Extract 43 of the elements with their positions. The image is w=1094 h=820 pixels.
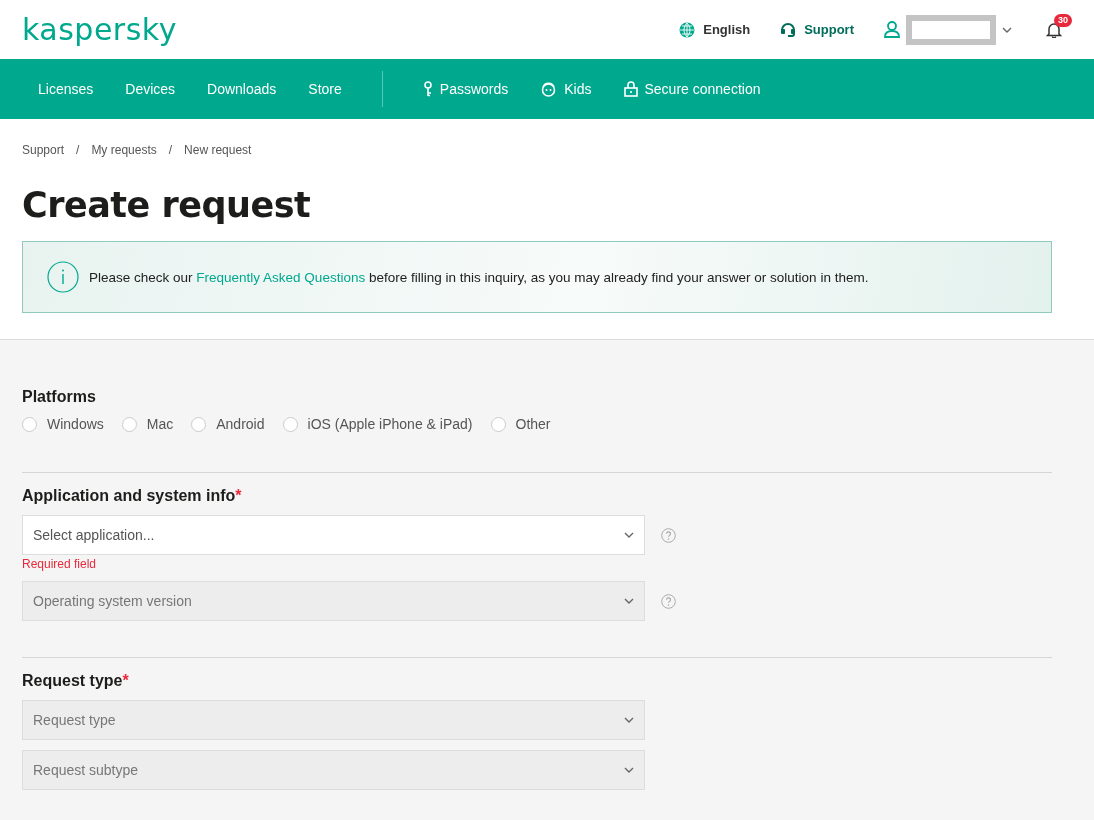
nav-link[interactable]: Secure connection — [607, 81, 777, 97]
breadcrumb-link[interactable]: My requests — [91, 143, 157, 157]
info-text: Please check our Frequently Asked Questions before filling in this inquiry, as you may already find your answer or solution in them. — [89, 269, 869, 285]
nav-link[interactable]: Kids — [524, 81, 608, 97]
user-icon[interactable] — [884, 21, 900, 38]
error-message: Required field — [22, 557, 98, 571]
logo[interactable]: kaspersky — [22, 12, 177, 47]
breadcrumb-separator: / — [76, 143, 80, 157]
breadcrumb-link[interactable]: New request — [184, 143, 252, 157]
bell-icon[interactable] — [1046, 21, 1062, 38]
page-title: Create request — [22, 185, 312, 225]
nav-link[interactable]: Store — [292, 81, 358, 97]
faq-link[interactable]: Frequently Asked Questions — [196, 269, 366, 285]
language-link[interactable]: English — [679, 21, 751, 38]
radio-option[interactable]: iOS (Apple iPhone & iPad) — [282, 416, 473, 432]
chevron-down-icon — [624, 598, 634, 604]
nav-link[interactable]: Licenses — [22, 81, 110, 97]
key-icon — [422, 81, 433, 97]
chevron-down-icon — [624, 532, 634, 538]
info-icon — [47, 261, 79, 293]
breadcrumb-separator: / — [168, 143, 173, 157]
support-link[interactable]: Support — [780, 22, 854, 37]
radio-option[interactable]: Other — [490, 416, 551, 432]
select-dropdown[interactable]: Select application... — [22, 515, 645, 555]
chevron-down-icon — [624, 767, 634, 773]
section-title: Application and system info* — [22, 487, 243, 505]
nav-link[interactable]: Devices — [109, 81, 192, 97]
section-title: Request type* — [22, 672, 130, 690]
kid-face-icon — [540, 81, 558, 97]
help-icon[interactable] — [661, 527, 676, 543]
breadcrumb-link[interactable]: Support — [22, 143, 65, 157]
lock-icon — [623, 81, 638, 97]
headset-icon — [780, 22, 797, 37]
chevron-down-icon — [1002, 26, 1012, 33]
nav-link[interactable]: Downloads — [191, 81, 293, 97]
chevron-down-icon — [624, 717, 634, 723]
nav-link[interactable]: Passwords — [406, 81, 525, 97]
radio-option[interactable]: Windows — [22, 416, 104, 432]
radio-option[interactable]: Mac — [121, 416, 174, 432]
radio-option[interactable]: Android — [191, 416, 265, 432]
section-title: Platforms — [22, 388, 97, 406]
globe-icon — [679, 21, 696, 38]
notification-badge: 30 — [1054, 13, 1072, 27]
